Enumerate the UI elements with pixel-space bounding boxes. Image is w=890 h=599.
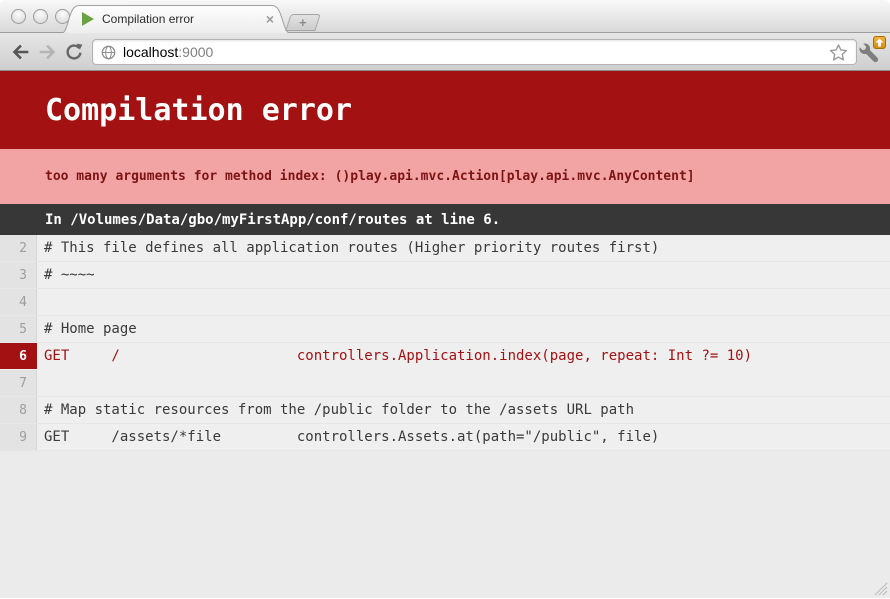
url-text: localhost:9000 [123, 44, 829, 60]
line-text: # Map static resources from the /public … [37, 397, 634, 423]
line-text: # This file defines all application rout… [37, 235, 659, 261]
minimize-window-button[interactable] [33, 9, 48, 24]
url-port: :9000 [178, 44, 213, 60]
new-tab-button[interactable]: + [285, 14, 321, 31]
code-line-row: 6 GET / controllers.Application.index(pa… [0, 343, 890, 370]
wrench-menu-button[interactable] [858, 38, 884, 66]
code-line-row: 4 [0, 289, 890, 316]
code-line-row: 5 # Home page [0, 316, 890, 343]
line-number: 9 [0, 424, 37, 450]
address-bar[interactable]: localhost:9000 [92, 39, 857, 65]
tab-close-icon[interactable]: × [264, 12, 276, 26]
code-rows: 2 # This file defines all application ro… [0, 235, 890, 451]
globe-icon [101, 45, 116, 60]
update-badge [873, 36, 886, 49]
page-content: Compilation error too many arguments for… [0, 71, 890, 598]
forward-arrow-icon [38, 43, 58, 61]
tab-strip: Compilation error × + [0, 0, 890, 33]
line-number: 4 [0, 289, 37, 315]
line-number: 6 [0, 343, 37, 369]
up-arrow-icon [875, 38, 884, 47]
code-line-row: 3 # ~~~~ [0, 262, 890, 289]
plus-icon: + [299, 16, 307, 29]
tab-title: Compilation error [102, 12, 256, 26]
line-text: # ~~~~ [37, 262, 95, 288]
error-message: too many arguments for method index: ()p… [45, 169, 695, 184]
error-location: In /Volumes/Data/gbo/myFirstApp/conf/rou… [45, 212, 500, 228]
code-line-row: 9 GET /assets/*file controllers.Assets.a… [0, 424, 890, 451]
line-text [37, 289, 44, 315]
page-title: Compilation error [45, 93, 352, 128]
resize-grip[interactable] [874, 582, 888, 596]
bookmark-star-icon[interactable] [829, 43, 848, 62]
line-text: GET / controllers.Application.index(page… [37, 343, 752, 369]
line-text [37, 370, 44, 396]
browser-window: Compilation error × + [0, 0, 890, 599]
error-header: Compilation error [0, 71, 890, 149]
error-location-bar: In /Volumes/Data/gbo/myFirstApp/conf/rou… [0, 204, 890, 235]
url-host: localhost [123, 44, 178, 60]
back-arrow-icon [10, 43, 30, 61]
browser-toolbar: localhost:9000 [0, 33, 890, 71]
reload-icon [64, 42, 84, 62]
line-text: GET /assets/*file controllers.Assets.at(… [37, 424, 659, 450]
line-number: 8 [0, 397, 37, 423]
code-line-row: 2 # This file defines all application ro… [0, 235, 890, 262]
line-number: 2 [0, 235, 37, 261]
line-number: 7 [0, 370, 37, 396]
play-framework-favicon [82, 12, 94, 26]
forward-button[interactable] [36, 40, 60, 64]
line-text: # Home page [37, 316, 137, 342]
error-message-banner: too many arguments for method index: ()p… [0, 149, 890, 204]
code-line-row: 7 [0, 370, 890, 397]
code-line-row: 8 # Map static resources from the /publi… [0, 397, 890, 424]
close-window-button[interactable] [11, 9, 26, 24]
back-button[interactable] [8, 40, 32, 64]
line-number: 3 [0, 262, 37, 288]
reload-button[interactable] [62, 40, 86, 64]
line-number: 5 [0, 316, 37, 342]
tab-compilation-error[interactable]: Compilation error × [60, 3, 292, 34]
